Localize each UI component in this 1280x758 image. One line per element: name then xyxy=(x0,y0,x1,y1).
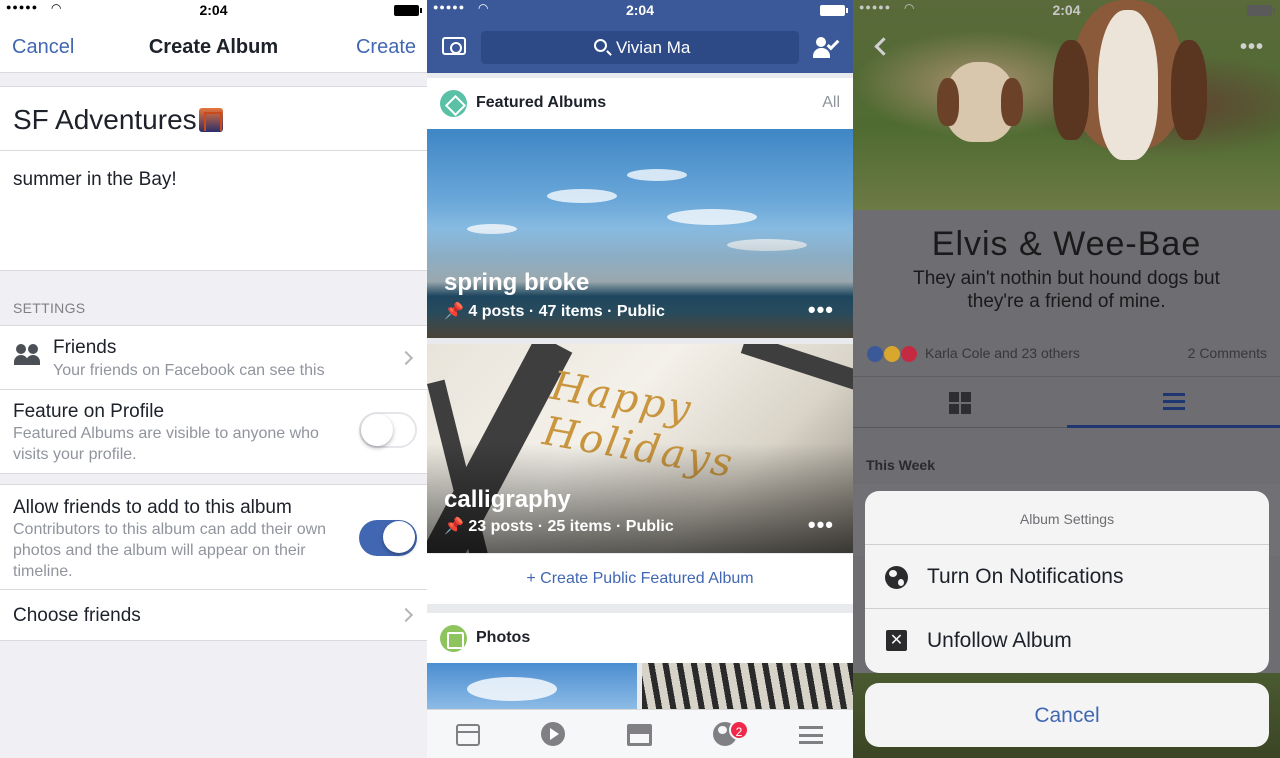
action-sheet-title: Album Settings xyxy=(865,491,1269,545)
featured-albums-title: Featured Albums xyxy=(476,94,607,111)
reacted-by[interactable]: Karla Cole and 23 others xyxy=(925,345,1080,361)
privacy-title: Friends xyxy=(53,337,117,358)
album-description-field[interactable]: summer in the Bay! xyxy=(0,151,427,271)
list-view-icon[interactable] xyxy=(1163,393,1185,411)
action-sheet: Album Settings Turn On Notifications ✕ U… xyxy=(865,491,1269,673)
search-icon xyxy=(594,39,607,52)
status-time: 2:04 xyxy=(199,2,228,18)
action-sheet-cancel-button[interactable]: Cancel xyxy=(865,683,1269,747)
choose-friends-row[interactable]: Choose friends xyxy=(0,590,427,641)
more-options-button[interactable]: ••• xyxy=(1240,36,1264,59)
choose-friends-label: Choose friends xyxy=(13,605,141,626)
album-title: Elvis & Wee-Bae xyxy=(931,225,1202,263)
featured-albums-icon xyxy=(440,90,467,117)
feature-profile-title: Feature on Profile xyxy=(13,401,165,422)
album-cover-photo xyxy=(853,0,1280,210)
chevron-right-icon xyxy=(398,350,414,366)
section-header: This Week xyxy=(853,428,1280,484)
photos-title: Photos xyxy=(476,629,531,646)
turn-on-notifications-button[interactable]: Turn On Notifications xyxy=(865,545,1269,609)
privacy-row[interactable]: Friends Your friends on Facebook can see… xyxy=(0,325,427,390)
photo-thumbnail[interactable] xyxy=(427,663,637,709)
nav-bar: Cancel Create Album Create xyxy=(0,20,427,73)
turn-on-notifications-label: Turn On Notifications xyxy=(927,565,1124,588)
album-meta: 📌 23 posts · 25 items · Public xyxy=(444,518,674,535)
album-meta-text: 23 posts · 25 items · Public xyxy=(468,518,674,535)
contributors-row: Allow friends to add to this album Contr… xyxy=(0,484,427,590)
contributors-title: Allow friends to add to this album xyxy=(13,497,292,518)
tab-bar: 2 xyxy=(427,709,853,758)
search-value: Vivian Ma xyxy=(616,38,691,57)
like-icon xyxy=(866,345,884,363)
status-bar: ●●●●● ◠ 2:04 xyxy=(0,0,427,20)
status-bar: ●●●●● ◠ 2:04 xyxy=(853,0,1280,20)
unfollow-album-label: Unfollow Album xyxy=(927,629,1072,652)
feature-profile-toggle[interactable] xyxy=(359,412,417,448)
album-card-calligraphy[interactable]: Happy Holidays calligraphy 📌 23 posts · … xyxy=(427,344,853,553)
album-meta-text: 4 posts · 47 items · Public xyxy=(468,303,665,320)
view-tabs xyxy=(853,378,1280,428)
album-card-spring-broke[interactable]: spring broke 📌 4 posts · 47 items · Publ… xyxy=(427,129,853,338)
create-album-screen: ●●●●● ◠ 2:04 Cancel Create Album Create … xyxy=(0,0,427,758)
profile-albums-screen: ●●●●● ◠ 2:04 Vivian Ma Featured Albums A… xyxy=(427,0,853,758)
video-icon[interactable] xyxy=(541,722,565,746)
friend-request-icon[interactable] xyxy=(813,35,840,59)
album-more-button[interactable]: ••• xyxy=(808,297,834,323)
album-info: Elvis & Wee-Bae They ain't nothin but ho… xyxy=(853,210,1280,377)
unfollow-icon: ✕ xyxy=(886,630,907,651)
see-all-link[interactable]: All xyxy=(822,94,840,112)
contributors-toggle[interactable] xyxy=(359,520,417,556)
featured-albums-header: Featured Albums All xyxy=(427,78,853,129)
album-more-button[interactable]: ••• xyxy=(808,512,834,538)
facebook-header: ●●●●● ◠ 2:04 Vivian Ma xyxy=(427,0,853,73)
privacy-subtitle: Your friends on Facebook can see this xyxy=(53,362,325,379)
unfollow-album-button[interactable]: ✕ Unfollow Album xyxy=(865,609,1269,673)
battery-icon xyxy=(820,5,848,16)
album-description-value: summer in the Bay! xyxy=(13,169,177,190)
create-button[interactable]: Create xyxy=(356,36,416,59)
notification-badge: 2 xyxy=(729,720,749,740)
photos-icon xyxy=(440,625,467,652)
news-feed-icon[interactable] xyxy=(456,724,480,746)
battery-icon xyxy=(1247,5,1275,16)
chevron-right-icon xyxy=(398,607,414,623)
comments-count[interactable]: 2 Comments xyxy=(1188,345,1267,361)
reactions[interactable] xyxy=(866,345,926,363)
love-icon xyxy=(900,345,918,363)
feature-profile-subtitle: Featured Albums are visible to anyone wh… xyxy=(13,425,319,463)
album-name-value: SF Adventures xyxy=(13,104,197,135)
this-week-label: This Week xyxy=(866,457,935,473)
wow-icon xyxy=(883,345,901,363)
cancel-label: Cancel xyxy=(1034,704,1100,727)
feature-profile-row: Feature on Profile Featured Albums are v… xyxy=(0,390,427,474)
globe-icon xyxy=(885,566,908,589)
album-description: They ain't nothin but hound dogs but the… xyxy=(913,268,1220,312)
album-title: spring broke xyxy=(444,269,590,296)
album-title: calligraphy xyxy=(444,486,571,513)
album-name-field[interactable]: SF Adventures xyxy=(0,86,427,151)
photos-header: Photos xyxy=(427,613,853,663)
battery-icon xyxy=(394,5,422,16)
photo-thumbnail[interactable] xyxy=(642,663,853,709)
bridge-emoji xyxy=(199,108,223,132)
grid-view-icon[interactable] xyxy=(949,392,971,414)
status-bar: ●●●●● ◠ 2:04 xyxy=(427,0,853,20)
menu-icon[interactable] xyxy=(799,726,823,744)
contributors-subtitle: Contributors to this album can add their… xyxy=(13,521,327,580)
settings-header: SETTINGS xyxy=(13,300,86,316)
camera-icon[interactable] xyxy=(442,37,466,55)
status-time: 2:04 xyxy=(625,2,655,18)
friends-icon xyxy=(14,344,42,366)
marketplace-icon[interactable] xyxy=(627,724,652,746)
album-view-screen: ●●●●● ◠ 2:04 ••• Elvis & Wee-Bae They ai… xyxy=(853,0,1280,758)
search-input[interactable]: Vivian Ma xyxy=(481,31,799,64)
status-time: 2:04 xyxy=(1052,2,1081,18)
create-featured-album-button[interactable]: + Create Public Featured Album xyxy=(427,554,853,604)
album-meta: 📌 4 posts · 47 items · Public xyxy=(444,303,665,320)
